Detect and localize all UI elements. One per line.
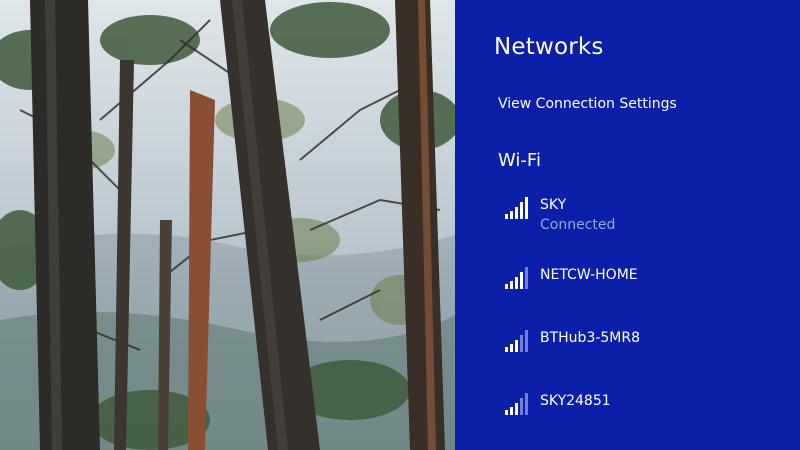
- desktop-wallpaper: [0, 0, 455, 450]
- network-item-bthub3-5mr8[interactable]: BTHub3-5MR8: [505, 330, 785, 378]
- networks-charm-panel: Networks View Connection Settings Wi-Fi …: [455, 0, 800, 450]
- panel-title: Networks: [494, 34, 604, 60]
- forest-photo: [0, 0, 455, 450]
- desktop-screen: Networks View Connection Settings Wi-Fi …: [0, 0, 800, 450]
- network-item-sky[interactable]: SKY Connected: [505, 197, 785, 245]
- network-ssid: BTHub3-5MR8: [540, 330, 641, 346]
- wifi-signal-icon: [505, 267, 528, 289]
- network-item-sky24851[interactable]: SKY24851: [505, 393, 785, 441]
- view-connection-settings-link[interactable]: View Connection Settings: [498, 96, 677, 112]
- wifi-signal-icon: [505, 330, 528, 352]
- wifi-signal-icon: [505, 197, 528, 219]
- wifi-section-heading: Wi-Fi: [498, 150, 541, 171]
- wifi-signal-icon: [505, 393, 528, 415]
- network-status: Connected: [540, 217, 616, 233]
- network-ssid: SKY24851: [540, 393, 611, 409]
- network-ssid: NETCW-HOME: [540, 267, 638, 283]
- network-ssid: SKY: [540, 197, 567, 213]
- network-item-netcw-home[interactable]: NETCW-HOME: [505, 267, 785, 315]
